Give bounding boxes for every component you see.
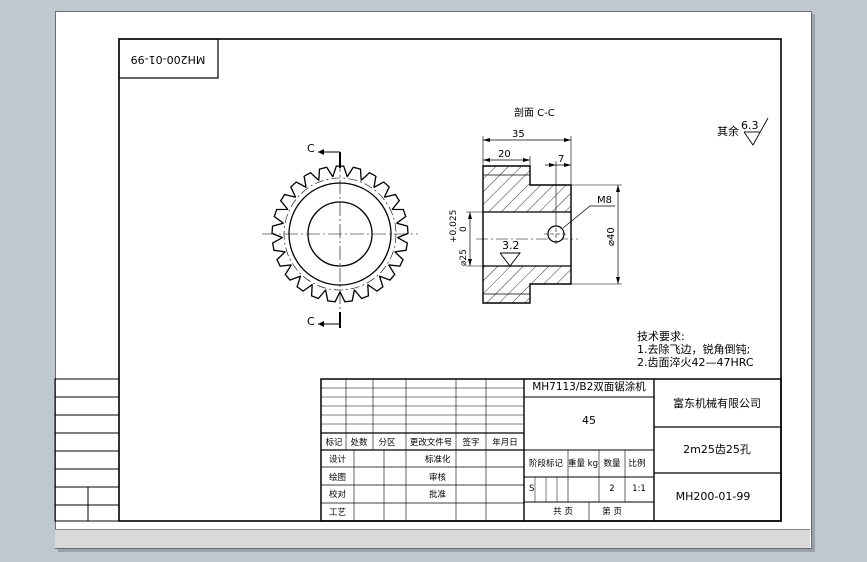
- row-label-design: 设计: [329, 454, 347, 465]
- left-margin-table: [54, 378, 120, 522]
- drawing-number: MH200-01-99: [676, 490, 751, 503]
- material: 45: [582, 414, 596, 427]
- drawing-title: 2m25齿25孔: [683, 443, 751, 456]
- dim-tolerance-lower: 0: [459, 226, 469, 232]
- dim-arrow: [468, 212, 472, 219]
- cut-label-bottom: C: [307, 315, 315, 328]
- dim-arrow: [483, 158, 490, 162]
- rev-header-date: 年月日: [492, 437, 518, 448]
- engineering-drawing: MH200-01-99 C C 剖面 C-C 35 20 7 M8 ⌀40 ⌀2…: [54, 38, 782, 522]
- row-label-drafting: 绘图: [329, 472, 346, 483]
- roughness-other-label: 其余: [717, 124, 739, 138]
- cut-arrowhead-bottom: [318, 321, 324, 327]
- technical-requirements: 技术要求: 1.去除飞边，锐角倒钝; 2.齿面淬火42—47HRC: [637, 330, 754, 369]
- dim-arrow: [564, 138, 571, 142]
- roughness-other: 其余 6.3: [717, 117, 769, 146]
- dim-overall-length: 35: [512, 129, 525, 140]
- rotated-drawing-number: MH200-01-99: [131, 53, 206, 66]
- rev-header-mark: 标记: [325, 437, 343, 448]
- quantity-label: 数量: [603, 458, 621, 469]
- row-label-check: 校对: [329, 489, 347, 500]
- cut-arrowhead-top: [318, 149, 324, 155]
- scale-label: 比例: [628, 458, 645, 469]
- dim-thread: M8: [597, 195, 612, 206]
- part-name: MH7113/B2双面锯涂机: [532, 380, 646, 393]
- rev-header-zone: 分区: [378, 438, 396, 448]
- quantity-value: 2: [609, 484, 614, 494]
- stage-label: 阶段标记: [529, 458, 564, 469]
- roughness-symbol-bore: [499, 252, 521, 267]
- tech-req-title: 技术要求:: [637, 330, 685, 343]
- roughness-bore-value: 3.2: [502, 239, 520, 252]
- title-block: MH7113/B2双面锯涂机 45 富东机械有限公司 2m25齿25孔 MH20…: [320, 378, 782, 522]
- tech-req-item-1: 1.去除飞边，锐角倒钝;: [637, 342, 750, 356]
- dim-bore-dia: ⌀25: [459, 249, 469, 266]
- company-name: 富东机械有限公司: [673, 396, 761, 410]
- scale-value: 1:1: [632, 484, 646, 494]
- rev-header-doc: 更改文件号: [410, 437, 453, 448]
- gear-front-view: C C: [262, 142, 418, 328]
- rev-header-sign: 签字: [462, 437, 479, 448]
- drawing-frame: [118, 38, 782, 522]
- dim-keyway-offset: 7: [558, 154, 564, 165]
- upper-hatch: [483, 166, 571, 212]
- dim-outer-dia: ⌀40: [606, 227, 617, 246]
- dim-hub-length: 20: [498, 149, 511, 160]
- row-label-standard: 标准化: [425, 454, 451, 465]
- section-title: 剖面 C-C: [514, 106, 555, 119]
- tech-req-item-2: 2.齿面淬火42—47HRC: [637, 355, 754, 369]
- dim-arrow: [523, 158, 530, 162]
- row-label-process: 工艺: [329, 508, 346, 518]
- dim-arrow: [616, 185, 620, 192]
- total-sheets: 共 页: [553, 507, 573, 517]
- sheet-number: 第 页: [602, 506, 622, 517]
- dim-arrow: [483, 138, 490, 142]
- weight-label: 重量 kg: [568, 458, 598, 469]
- rotated-number-box: MH200-01-99: [118, 38, 219, 79]
- cut-label-top: C: [307, 142, 315, 155]
- rev-header-count: 处数: [350, 437, 368, 448]
- dim-tolerance-upper: +0.025: [449, 210, 459, 243]
- dim-arrow: [616, 277, 620, 284]
- dim-arrow: [564, 163, 571, 167]
- stage-value: S: [529, 484, 534, 494]
- section-view: 剖面 C-C 35 20 7 M8 ⌀40 ⌀25 +0.025 0 3.2: [449, 106, 622, 304]
- dim-arrow: [549, 163, 556, 167]
- row-label-review: 审核: [429, 472, 447, 483]
- roughness-other-value: 6.3: [741, 119, 759, 132]
- row-label-approve: 批准: [429, 489, 447, 500]
